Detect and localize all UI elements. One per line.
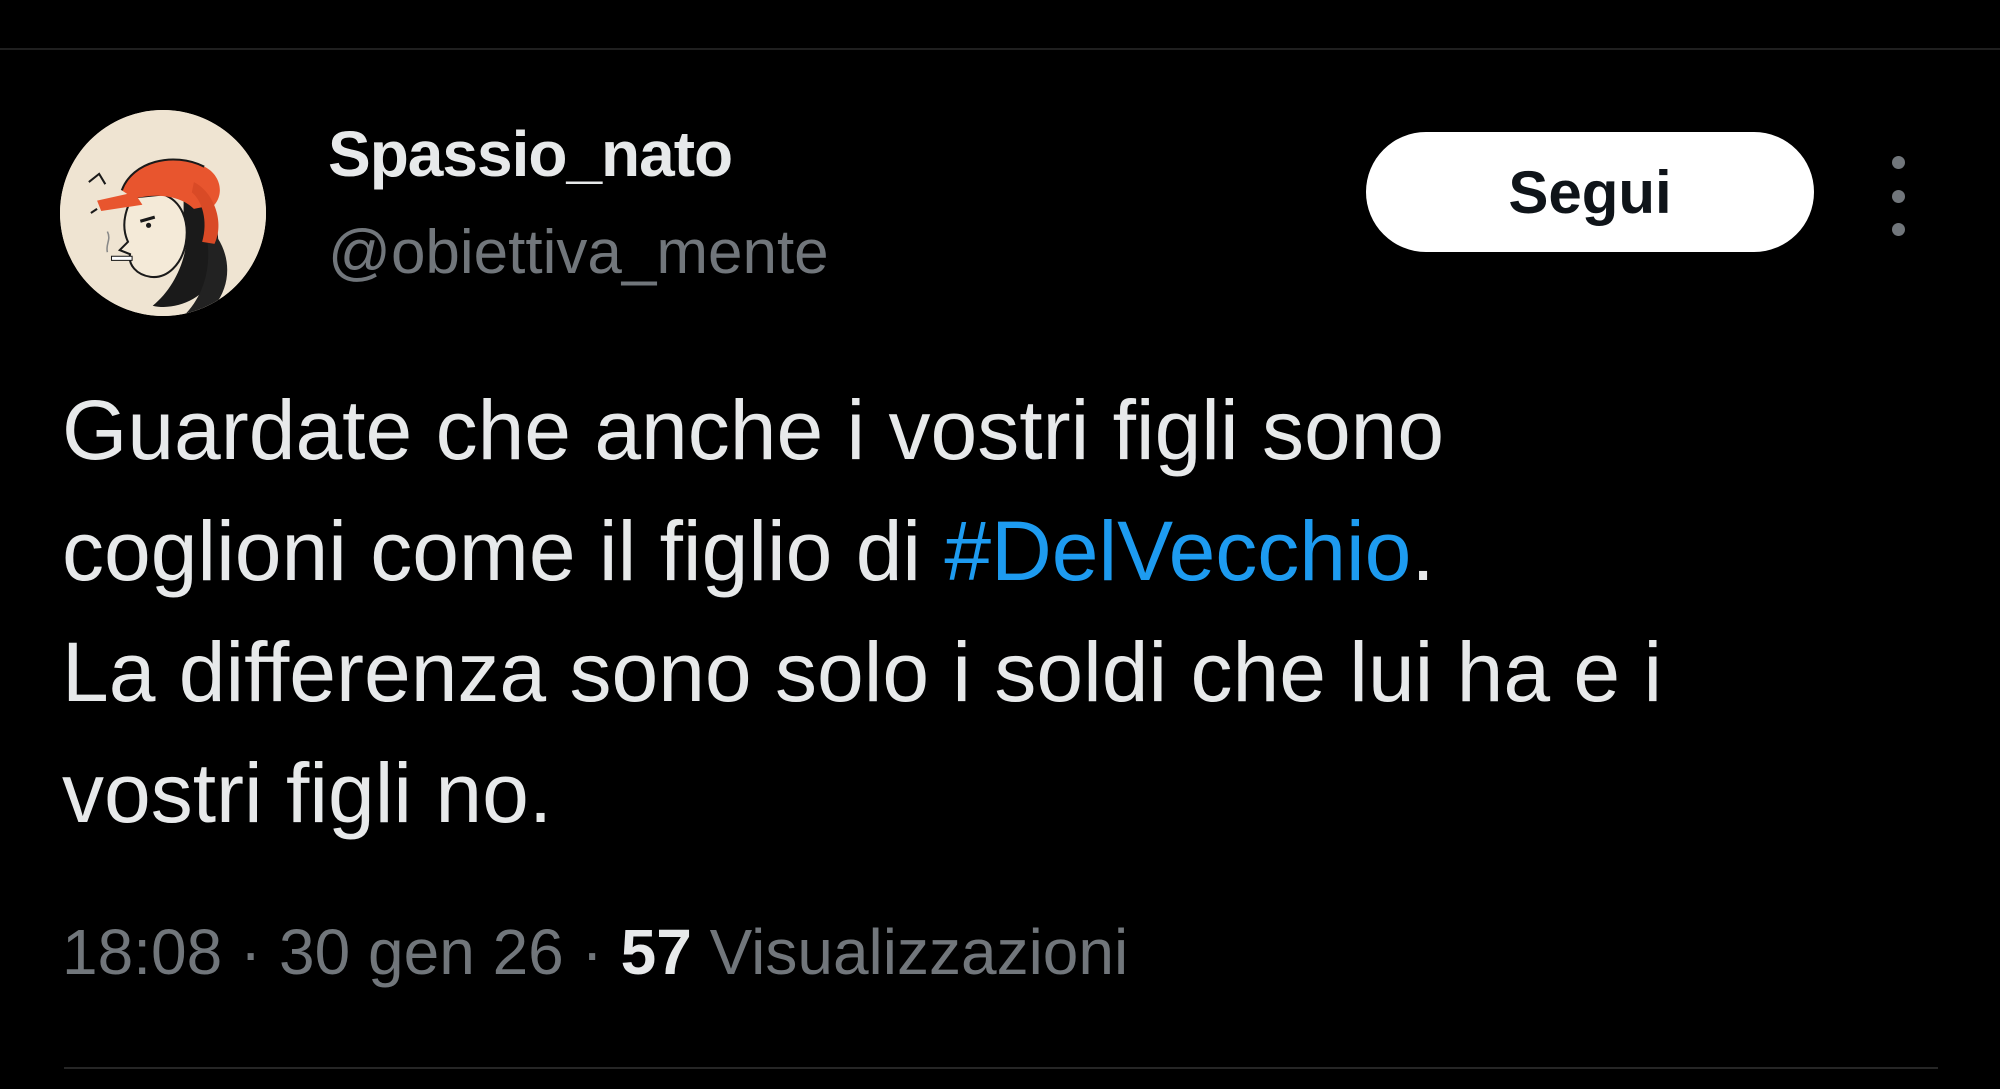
tweet-line: vostri figli no.: [62, 746, 553, 840]
tweet-meta: 18:08 · 30 gen 26 · 57 Visualizzazioni: [62, 920, 1128, 984]
views-label[interactable]: Visualizzazioni: [692, 916, 1129, 988]
tweet-date[interactable]: 30 gen 26: [279, 916, 564, 988]
views-count[interactable]: 57: [621, 916, 692, 988]
display-name[interactable]: Spassio_nato: [328, 122, 733, 186]
more-options-button[interactable]: [1878, 156, 1918, 236]
follow-button[interactable]: Segui: [1366, 132, 1814, 252]
tweet-line: coglioni come il figlio di #DelVecchio.: [62, 491, 1942, 612]
hashtag-link[interactable]: #DelVecchio: [944, 504, 1411, 598]
bottom-divider: [64, 1067, 1938, 1069]
tweet-text-segment: coglioni come il figlio di: [62, 504, 945, 598]
more-vertical-icon-dot: [1891, 223, 1905, 236]
meta-separator: ·: [222, 916, 280, 988]
tweet-time[interactable]: 18:08: [62, 916, 222, 988]
more-vertical-icon: [1891, 156, 1905, 169]
tweet-line: La differenza sono solo i soldi che lui …: [62, 625, 1663, 719]
meta-separator: ·: [563, 916, 621, 988]
top-divider: [0, 48, 2000, 50]
more-vertical-icon-dot: [1891, 189, 1905, 203]
tweet-text: Guardate che anche i vostri figli sono c…: [62, 370, 1942, 854]
user-handle[interactable]: @obiettiva_mente: [328, 222, 829, 284]
tweet-line: Guardate che anche i vostri figli sono: [62, 383, 1445, 477]
avatar[interactable]: [60, 110, 266, 316]
avatar-illustration-icon: [60, 110, 266, 316]
tweet-text-segment: .: [1411, 504, 1435, 598]
